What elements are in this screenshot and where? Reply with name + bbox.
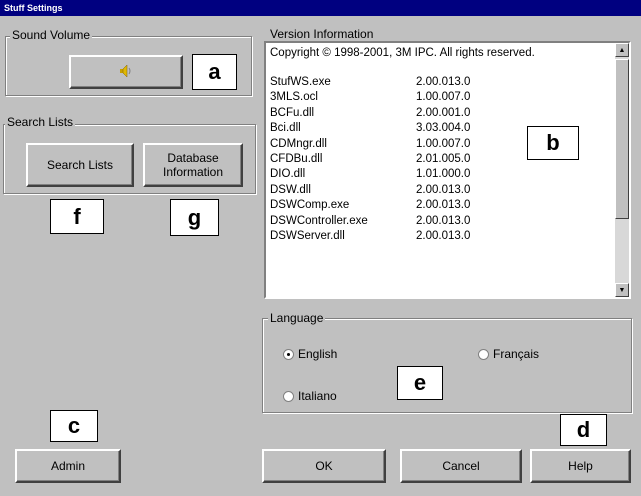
radio-english[interactable] — [283, 348, 294, 360]
database-button-line2: Information — [162, 165, 224, 179]
ok-button[interactable]: OK — [262, 449, 386, 483]
version-row: DSWController.exe 2.00.013.0 — [270, 214, 615, 229]
file-name: DSWServer.dll — [270, 229, 345, 242]
language-label: Language — [268, 311, 326, 325]
file-version: 2.00.001.0 — [416, 106, 471, 119]
scroll-thumb[interactable] — [615, 59, 629, 219]
window-title: Stuff Settings — [0, 0, 641, 16]
version-row: DSWServer.dll 2.00.013.0 — [270, 229, 615, 244]
search-lists-label: Search Lists — [5, 115, 76, 129]
version-row: 3MLS.ocl 1.00.007.0 — [270, 90, 615, 105]
admin-button[interactable]: Admin — [15, 449, 121, 483]
file-name: CDMngr.dll — [270, 137, 327, 150]
file-version: 3.03.004.0 — [416, 122, 471, 135]
scroll-up-arrow-icon[interactable]: ▲ — [615, 43, 629, 57]
file-name: CFDBu.dll — [270, 152, 323, 165]
sound-volume-label: Sound Volume — [10, 28, 93, 42]
language-francais-label: Français — [493, 347, 540, 361]
file-name: StufWS.exe — [270, 76, 331, 88]
language-option-francais[interactable]: Français — [478, 347, 539, 361]
file-name: Bci.dll — [270, 122, 301, 135]
version-scrollbar[interactable]: ▲ ▼ — [615, 43, 629, 297]
file-version: 2.00.013.0 — [416, 229, 471, 242]
version-list[interactable]: Copyright © 1998-2001, 3M IPC. All right… — [264, 41, 631, 299]
file-name: 3MLS.ocl — [270, 91, 318, 104]
file-version: 2.00.013.0 — [416, 214, 471, 227]
file-version: 2.00.013.0 — [416, 199, 471, 212]
callout-e: e — [397, 366, 443, 400]
file-version: 2.01.005.0 — [416, 152, 471, 165]
callout-a: a — [192, 54, 237, 90]
version-row: BCFu.dll 2.00.001.0 — [270, 106, 615, 121]
version-row: DSWComp.exe 2.00.013.0 — [270, 198, 615, 213]
radio-francais[interactable] — [478, 348, 489, 360]
callout-f: f — [50, 199, 104, 234]
scroll-down-arrow-icon[interactable]: ▼ — [615, 283, 629, 297]
speaker-icon — [118, 63, 134, 81]
database-information-button[interactable]: Database Information — [143, 143, 243, 187]
language-english-label: English — [298, 347, 338, 361]
help-button[interactable]: Help — [530, 449, 631, 483]
file-version: 1.00.007.0 — [416, 91, 471, 104]
sound-volume-button[interactable] — [69, 55, 183, 89]
language-italiano-label: Italiano — [298, 389, 337, 403]
file-name: BCFu.dll — [270, 106, 315, 119]
version-row: DSW.dll 2.00.013.0 — [270, 183, 615, 198]
radio-italiano[interactable] — [283, 390, 294, 402]
file-version: 2.00.013.0 — [416, 76, 471, 88]
file-version: 2.00.013.0 — [416, 183, 471, 196]
callout-d: d — [560, 414, 607, 446]
file-name: DSWComp.exe — [270, 199, 350, 212]
copyright-text: Copyright © 1998-2001, 3M IPC. All right… — [270, 47, 535, 59]
language-option-english[interactable]: English — [283, 347, 337, 361]
file-version: 1.00.007.0 — [416, 137, 471, 150]
file-version: 1.01.000.0 — [416, 168, 471, 181]
callout-g: g — [170, 199, 219, 236]
language-option-italiano[interactable]: Italiano — [283, 389, 337, 403]
version-row: DIO.dll 1.01.000.0 — [270, 167, 615, 182]
file-name: DIO.dll — [270, 168, 306, 181]
file-name: DSW.dll — [270, 183, 311, 196]
version-information-label: Version Information — [268, 27, 376, 41]
search-lists-button[interactable]: Search Lists — [26, 143, 134, 187]
callout-b: b — [527, 126, 579, 160]
database-button-line1: Database — [167, 151, 219, 165]
file-name: DSWController.exe — [270, 214, 368, 227]
cancel-button[interactable]: Cancel — [400, 449, 522, 483]
version-row: StufWS.exe 2.00.013.0 — [270, 75, 615, 90]
callout-c: c — [50, 410, 98, 442]
